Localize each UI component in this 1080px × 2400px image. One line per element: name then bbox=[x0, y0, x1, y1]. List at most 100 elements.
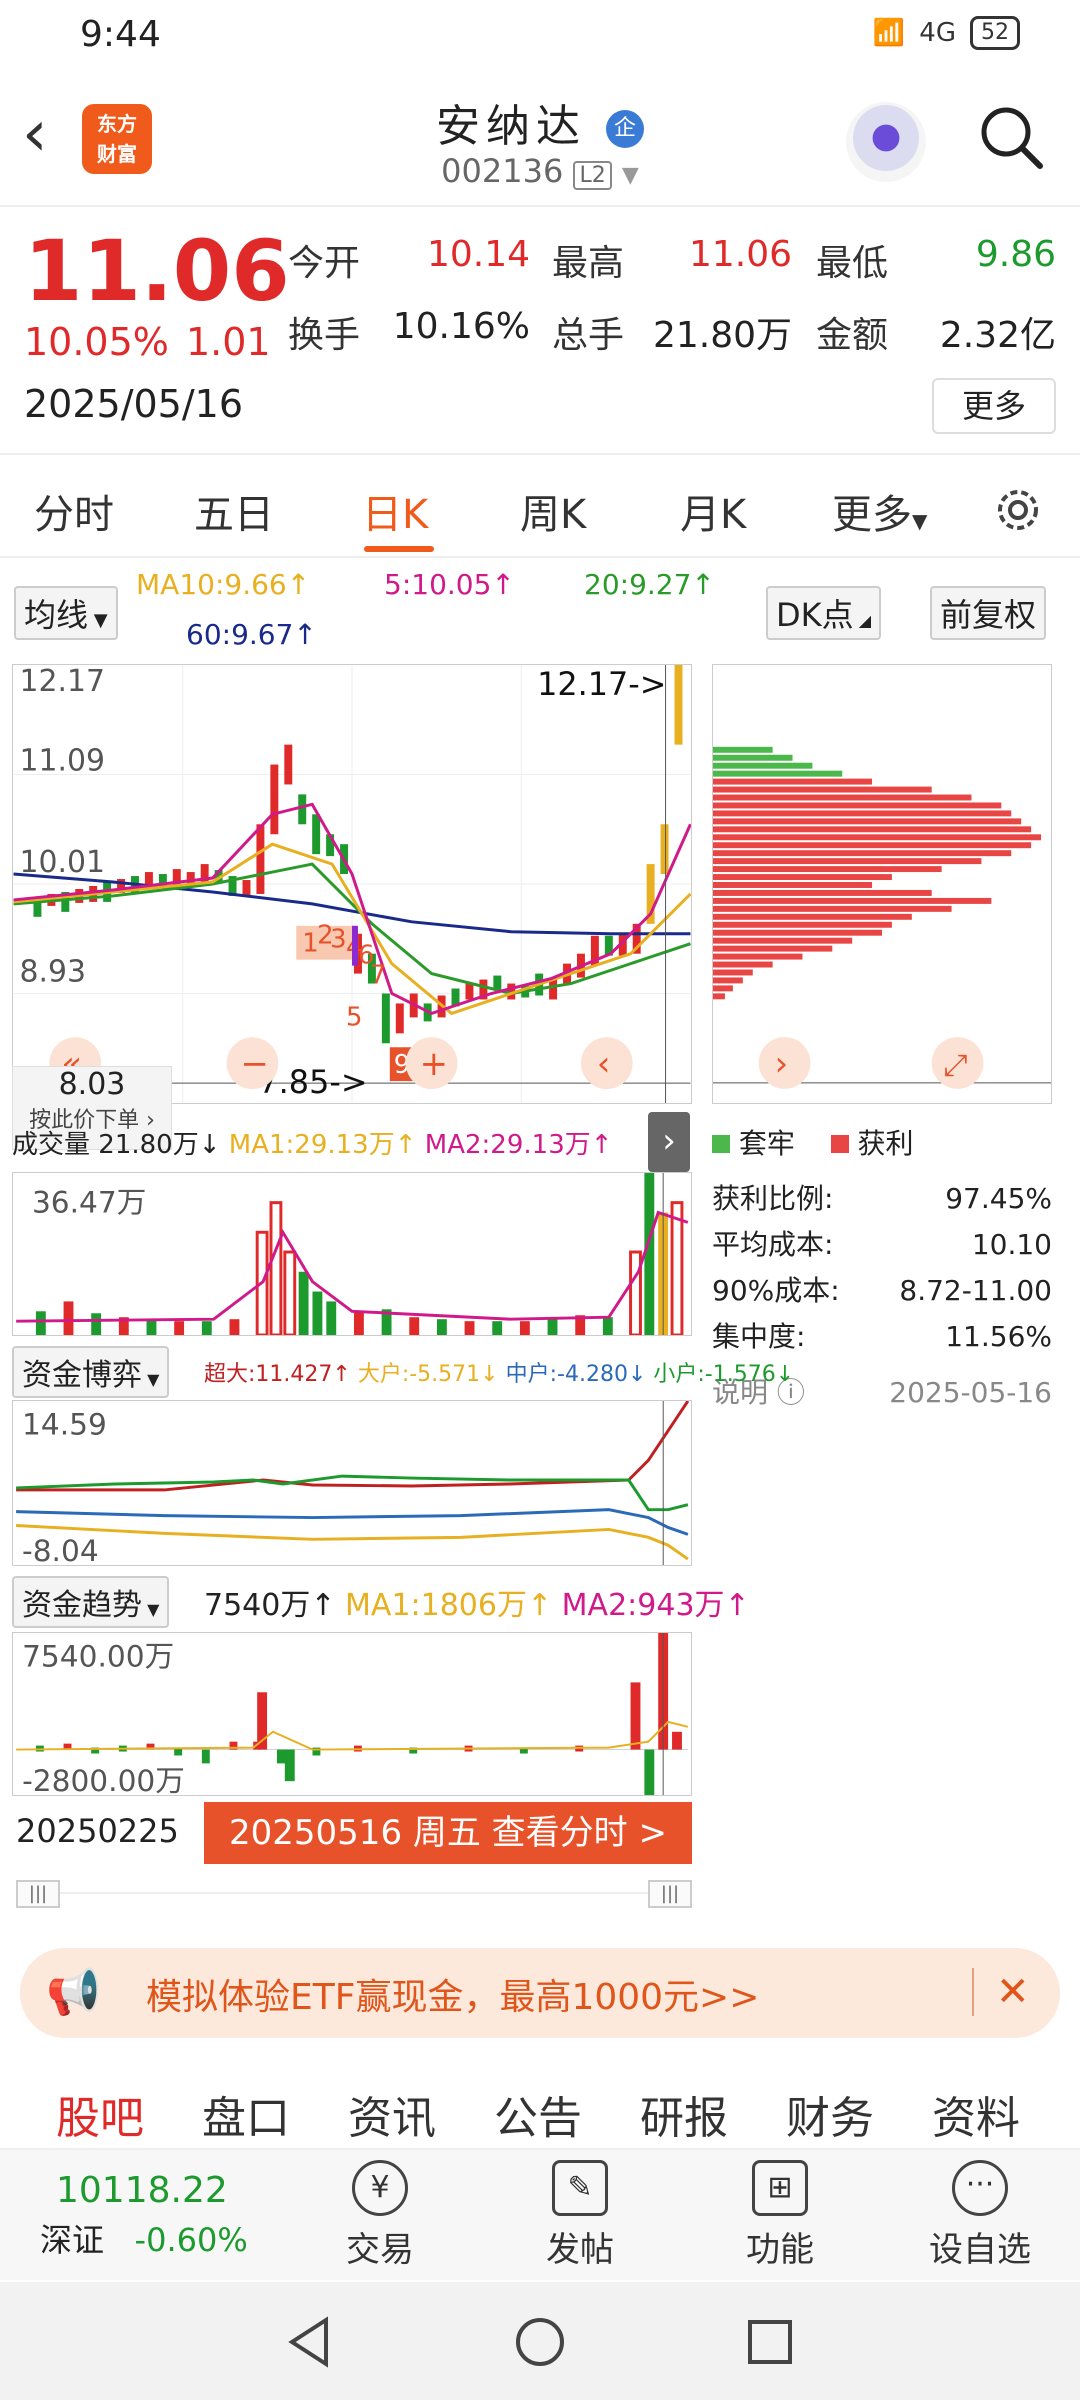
tab-monthly-k[interactable]: 月K bbox=[680, 482, 746, 540]
volume-label: 成交量 bbox=[12, 1130, 91, 1160]
chip-stat-value: 8.72-11.00 bbox=[899, 1274, 1052, 1307]
expand-panel-icon[interactable]: › bbox=[648, 1112, 690, 1172]
amount-label: 金额 bbox=[816, 315, 889, 356]
view-intraday-button[interactable]: 20250516 周五 查看分时 > bbox=[204, 1802, 692, 1864]
kline-y-axis: 12.17 11.09 10.01 8.93 bbox=[20, 664, 105, 990]
index-value: 10118.22 bbox=[56, 2170, 228, 2211]
stock-name-text: 安纳达 bbox=[436, 101, 586, 152]
capital-game-y-top: 14.59 bbox=[22, 1407, 107, 1442]
tab-news[interactable]: 资讯 bbox=[348, 2082, 436, 2146]
tab-daily-k[interactable]: 日K bbox=[362, 482, 428, 540]
tab-more-label: 更多 bbox=[832, 492, 912, 538]
ma60-value: 60:9.67↑ bbox=[186, 618, 317, 651]
tab-profile[interactable]: 资料 bbox=[932, 2082, 1020, 2146]
medium-flow: 中户:-4.280↓ bbox=[505, 1362, 647, 1387]
volume-chart[interactable]: 36.47万 bbox=[12, 1172, 692, 1336]
capital-trend-chart[interactable]: 7540.00万 -2800.00万 bbox=[12, 1632, 692, 1796]
chip-stat-row: 90%成本: 8.72-11.00 bbox=[712, 1268, 1052, 1314]
svg-text:5: 5 bbox=[346, 1002, 362, 1032]
high-label: 最高 bbox=[552, 243, 625, 284]
volume-ma2: MA2:29.13万↑ bbox=[424, 1130, 613, 1160]
kline-grid bbox=[13, 665, 691, 1103]
volume-ma1: MA1:29.13万↑ bbox=[228, 1130, 417, 1160]
more-dots-icon: ··· bbox=[952, 2160, 1008, 2216]
tab-weekly-k[interactable]: 周K bbox=[520, 482, 586, 540]
chevron-down-icon: ▼ bbox=[621, 163, 639, 188]
tab-research[interactable]: 研报 bbox=[640, 2082, 728, 2146]
chip-distribution-chart: › ⤢ bbox=[712, 664, 1052, 1104]
nav-post[interactable]: ✎ 发帖 bbox=[530, 2160, 630, 2271]
nav-add-watchlist[interactable]: ··· 设自选 bbox=[920, 2160, 1040, 2271]
capital-trend-selector[interactable]: 资金趋势 ▼ bbox=[12, 1576, 170, 1628]
dk-marker bbox=[352, 925, 358, 966]
range-handle-right[interactable]: ||| bbox=[648, 1880, 692, 1908]
chevron-down-icon: ▼ bbox=[88, 610, 108, 631]
tab-intraday[interactable]: 分时 bbox=[34, 482, 114, 540]
svg-text:7: 7 bbox=[370, 961, 386, 991]
y-label-top: 12.17 bbox=[20, 664, 105, 699]
range-handle-left[interactable]: ||| bbox=[16, 1880, 60, 1908]
tab-financials[interactable]: 财务 bbox=[786, 2082, 874, 2146]
stock-code-text: 002136 bbox=[441, 152, 564, 190]
search-icon[interactable] bbox=[976, 102, 1046, 172]
tab-announcements[interactable]: 公告 bbox=[494, 2082, 582, 2146]
nav-trade[interactable]: ¥ 交易 bbox=[330, 2160, 430, 2271]
nav-functions[interactable]: ⊞ 功能 bbox=[730, 2160, 830, 2271]
enterprise-badge: 企 bbox=[606, 110, 644, 148]
y-label-3: 10.01 bbox=[20, 845, 105, 880]
edit-icon: ✎ bbox=[552, 2160, 608, 2216]
capital-trend-ma2: MA2:943万↑ bbox=[561, 1588, 750, 1623]
system-recents-icon[interactable] bbox=[742, 2314, 798, 2370]
assistant-avatar[interactable] bbox=[846, 102, 926, 182]
active-tab-indicator bbox=[364, 546, 434, 552]
tab-forum[interactable]: 股吧 bbox=[56, 2082, 144, 2146]
tab-more[interactable]: 更多▼ bbox=[832, 482, 927, 540]
level-badge: L2 bbox=[573, 161, 612, 190]
volume-ma-line bbox=[16, 1210, 689, 1323]
dk-label: DK点 bbox=[776, 596, 854, 634]
status-bar: 9:44 📶 4G 52 bbox=[0, 0, 1080, 70]
legend-trapped: 套牢 bbox=[738, 1127, 795, 1160]
nav-post-label: 发帖 bbox=[546, 2230, 614, 2270]
volume-value: 21.80万 bbox=[652, 315, 792, 356]
small-line bbox=[16, 1474, 689, 1512]
amount-value: 2.32亿 bbox=[939, 315, 1056, 356]
ma-selector-label: 均线 bbox=[24, 596, 89, 634]
system-home-icon[interactable] bbox=[512, 2314, 568, 2370]
tab-five-day[interactable]: 五日 bbox=[194, 482, 274, 540]
header: ‹ 东方 财富 安纳达 企 002136 L2 ▼ bbox=[0, 72, 1080, 207]
nav-add-watchlist-label: 设自选 bbox=[929, 2230, 1031, 2270]
system-back-icon[interactable] bbox=[282, 2314, 338, 2370]
range-slider[interactable]: ||| ||| bbox=[16, 1880, 692, 1916]
close-icon[interactable]: ✕ bbox=[972, 1968, 1030, 2016]
kline-chart[interactable]: 1234 675 9 12.17 11.09 10.01 8.93 12.17-… bbox=[12, 664, 692, 1104]
ma-selector[interactable]: 均线 ▼ bbox=[14, 586, 118, 640]
status-icons: 📶 4G 52 bbox=[873, 16, 1020, 50]
promo-banner[interactable]: 📢 模拟体验ETF赢现金，最高1000元>> ✕ bbox=[20, 1948, 1060, 2038]
capital-trend-ma1: MA1:1806万↑ bbox=[345, 1588, 553, 1623]
change-percent: 10.05% bbox=[24, 320, 169, 364]
capital-game-values: 超大:11.427↑ 大户:-5.571↓ 中户:-4.280↓ 小户:-1.5… bbox=[204, 1356, 794, 1388]
quote-date: 2025/05/16 bbox=[24, 382, 244, 426]
capital-trend-value: 7540万↑ bbox=[204, 1588, 336, 1623]
large-line bbox=[16, 1524, 689, 1561]
y-label-2: 11.09 bbox=[20, 744, 105, 779]
chip-stat-row: 获利比例: 97.45% bbox=[712, 1176, 1052, 1222]
turnover-label: 换手 bbox=[288, 315, 361, 356]
ma5-value: 5:10.05↑ bbox=[384, 568, 515, 601]
index-change: -0.60% bbox=[134, 2221, 248, 2259]
index-name: 深证 bbox=[40, 2221, 105, 2259]
volume-label: 总手 bbox=[552, 315, 625, 356]
chip-stat-value: 97.45% bbox=[945, 1182, 1052, 1215]
adjust-button[interactable]: 前复权 bbox=[930, 586, 1047, 640]
gear-icon[interactable] bbox=[990, 482, 1046, 538]
capital-game-chart[interactable]: 14.59 -8.04 bbox=[12, 1400, 692, 1566]
tab-orderbook[interactable]: 盘口 bbox=[202, 2082, 290, 2146]
cursor-price: 8.03 bbox=[58, 1067, 126, 1102]
capital-game-selector[interactable]: 资金博弈 ▼ bbox=[12, 1346, 170, 1398]
chip-bars-profit bbox=[713, 778, 1042, 1000]
index-ticker[interactable]: 10118.22 深证 -0.60% bbox=[40, 2170, 248, 2261]
battery-icon: 52 bbox=[970, 16, 1020, 50]
more-button[interactable]: 更多 bbox=[932, 378, 1056, 434]
dk-point-selector[interactable]: DK点 ◢ bbox=[766, 586, 882, 640]
